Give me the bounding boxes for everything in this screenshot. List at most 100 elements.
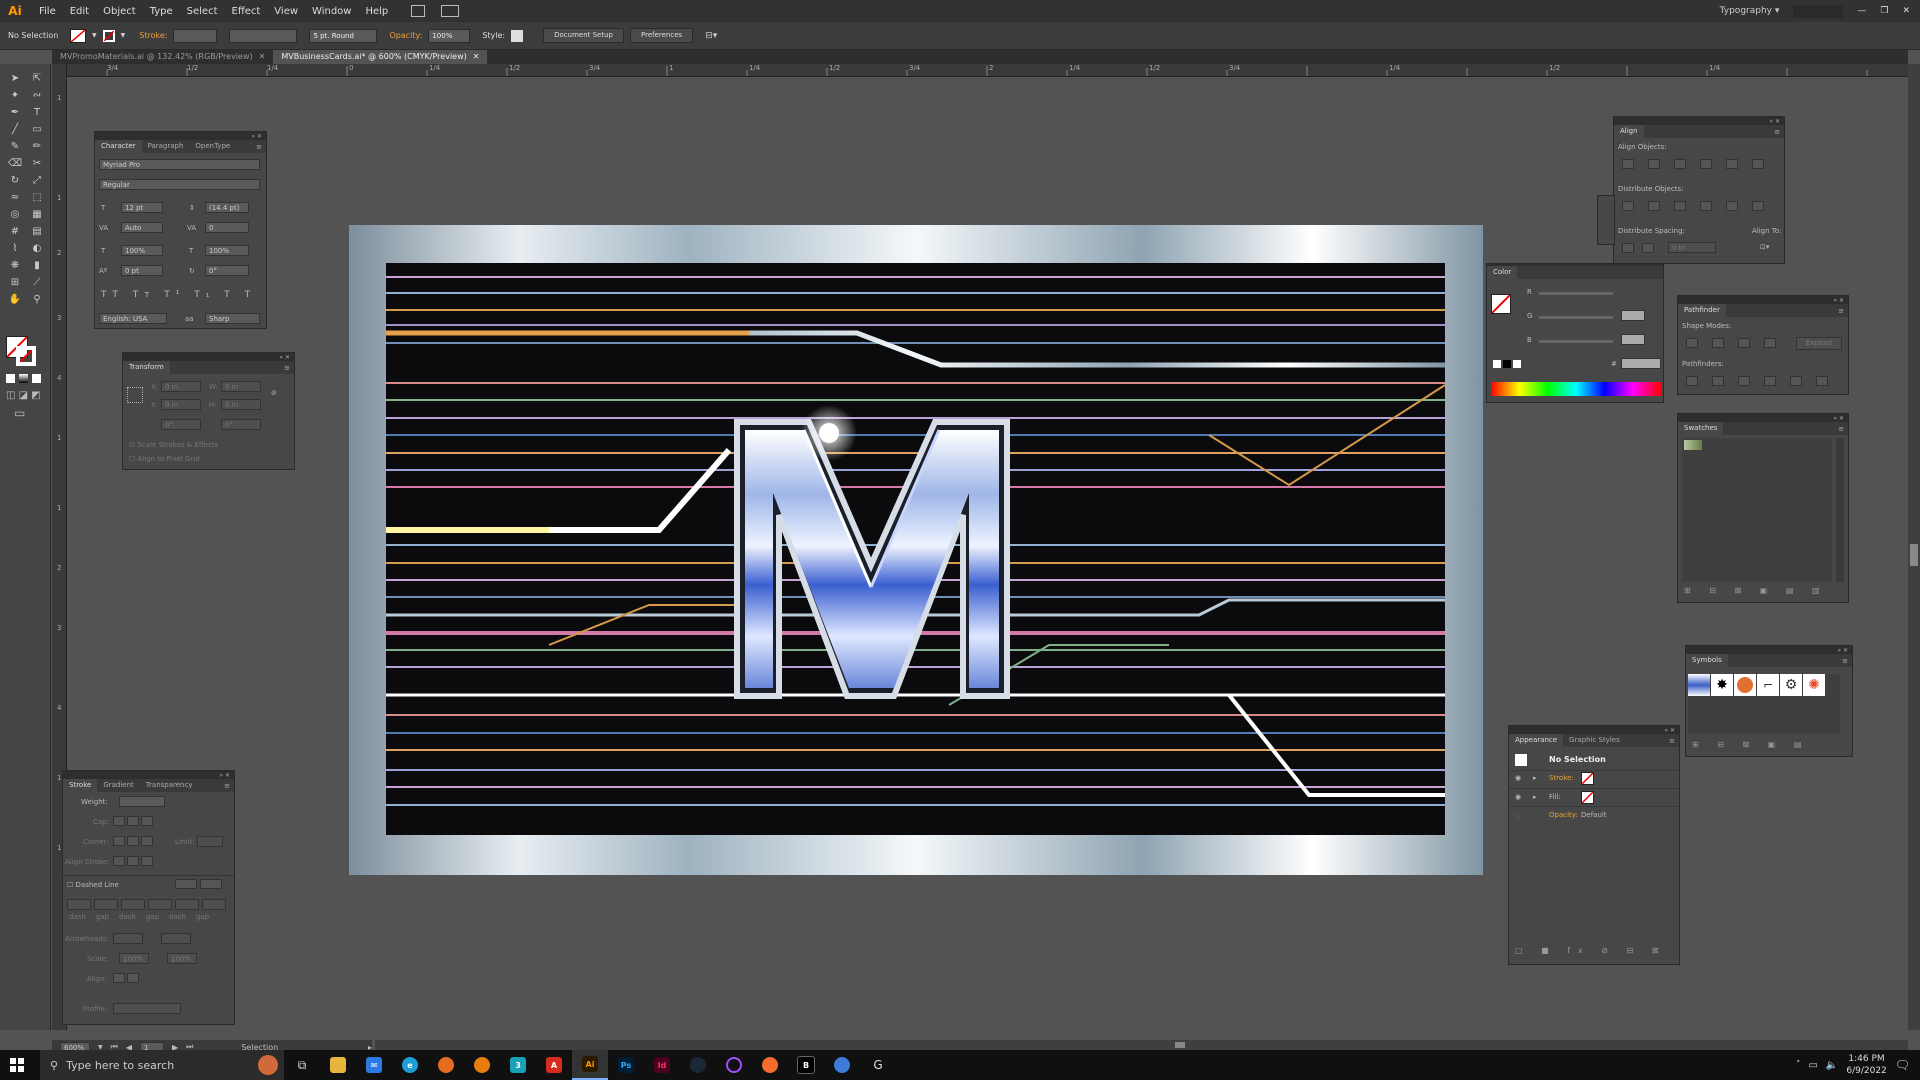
illustrator-icon[interactable]: Ai bbox=[572, 1050, 608, 1080]
blend-tool-icon[interactable]: ◐ bbox=[28, 240, 46, 256]
brush-definition[interactable]: 5 pt. Round bbox=[309, 28, 378, 43]
tab-transparency[interactable]: Transparency bbox=[140, 779, 199, 792]
tray-chevron-icon[interactable]: ˄ bbox=[1796, 1060, 1801, 1070]
symbol-item[interactable]: ⌐ bbox=[1757, 674, 1779, 696]
color-mode-buttons[interactable] bbox=[6, 374, 41, 383]
collapse-icon[interactable]: » ✕ bbox=[1837, 647, 1848, 654]
menu-window[interactable]: Window bbox=[305, 6, 358, 17]
collapse-icon[interactable]: » ✕ bbox=[1833, 415, 1844, 422]
preferences-button[interactable]: Preferences bbox=[630, 28, 694, 43]
menu-effect[interactable]: Effect bbox=[225, 6, 268, 17]
arrow-start-scale-field[interactable]: 100% bbox=[119, 953, 149, 964]
document-setup-button[interactable]: Document Setup bbox=[543, 28, 624, 43]
collapse-icon[interactable]: » ✕ bbox=[219, 772, 230, 779]
limit-field[interactable] bbox=[197, 836, 223, 847]
panel-menu-icon[interactable]: ≡ bbox=[1838, 425, 1848, 433]
symbol-footer-icons[interactable]: ⊞ ⊟ ⊠ ▣ ▤ bbox=[1692, 740, 1809, 749]
swatch-item[interactable] bbox=[1684, 440, 1702, 450]
align-vcenter-icon[interactable] bbox=[1726, 159, 1738, 169]
paintbrush-tool-icon[interactable]: ✎ bbox=[6, 138, 24, 154]
stroke-label[interactable]: Stroke: bbox=[139, 31, 167, 40]
panel-menu-icon[interactable]: ≡ bbox=[284, 364, 294, 372]
symbol-item[interactable] bbox=[1734, 674, 1756, 696]
notification-icon[interactable]: 🗨 bbox=[1895, 1058, 1910, 1072]
panel-menu-icon[interactable]: ≡ bbox=[224, 782, 234, 790]
line-tool-icon[interactable]: ╱ bbox=[6, 121, 24, 137]
align-hcenter-icon[interactable] bbox=[1648, 159, 1660, 169]
antialias-select[interactable]: Sharp bbox=[205, 313, 260, 324]
language-select[interactable]: English: USA bbox=[99, 313, 167, 324]
shape-mode-buttons[interactable] bbox=[1686, 338, 1776, 348]
scale-tool-icon[interactable]: ⤢ bbox=[28, 172, 46, 188]
none-black-white-swatches[interactable] bbox=[1493, 360, 1521, 368]
pen-tool-icon[interactable]: ✒ bbox=[6, 104, 24, 120]
lasso-tool-icon[interactable]: ∾ bbox=[28, 87, 46, 103]
bridge-icon[interactable] bbox=[411, 5, 426, 17]
y-field[interactable]: 0 in bbox=[161, 399, 201, 410]
scissors-tool-icon[interactable]: ✂ bbox=[28, 155, 46, 171]
align-bottom-icon[interactable] bbox=[1752, 159, 1764, 169]
swatch-footer-icons[interactable]: ⊞ ⊟ ⊠ ▣ ▤ ▥ bbox=[1684, 586, 1828, 595]
volume-icon[interactable]: 🔈 bbox=[1826, 1060, 1838, 1071]
pencil-tool-icon[interactable]: ✏ bbox=[28, 138, 46, 154]
rotate-tool-icon[interactable]: ↻ bbox=[6, 172, 24, 188]
symbol-item[interactable]: ⚙ bbox=[1780, 674, 1802, 696]
tracking-field[interactable]: 0 bbox=[205, 222, 249, 233]
magic-wand-tool-icon[interactable]: ✦ bbox=[6, 87, 24, 103]
collapse-icon[interactable]: » ✕ bbox=[1769, 118, 1780, 125]
taskbar-search[interactable]: ⚲ Type here to search bbox=[40, 1050, 284, 1080]
panel-menu-icon[interactable]: ≡ bbox=[1669, 737, 1679, 745]
selection-tool-icon[interactable]: ➤ bbox=[6, 70, 24, 86]
align-stroke-buttons[interactable] bbox=[113, 856, 153, 866]
opacity-field[interactable]: 100% bbox=[428, 28, 471, 43]
screen-mode-icon[interactable]: ▭ bbox=[14, 406, 25, 420]
menu-object[interactable]: Object bbox=[96, 6, 143, 17]
acrobat-icon[interactable]: A bbox=[536, 1050, 572, 1080]
app-blue-icon[interactable] bbox=[824, 1050, 860, 1080]
cap-buttons[interactable] bbox=[113, 816, 153, 826]
corner-buttons[interactable] bbox=[113, 836, 153, 846]
graph-tool-icon[interactable]: ▮ bbox=[28, 257, 46, 273]
shape-builder-tool-icon[interactable]: ◎ bbox=[6, 206, 24, 222]
symbol-item[interactable] bbox=[1688, 674, 1710, 696]
font-size-field[interactable]: 12 pt bbox=[121, 202, 163, 213]
steam-icon[interactable] bbox=[680, 1050, 716, 1080]
kerning-field[interactable]: Auto bbox=[121, 222, 163, 233]
hex-field[interactable] bbox=[1621, 358, 1661, 369]
horizontal-ruler[interactable]: 3/4 1/2 1/4 0 1/4 1/2 3/4 1 1/4 1/2 3/4 … bbox=[67, 64, 1908, 77]
collapse-icon[interactable]: » ✕ bbox=[279, 354, 290, 361]
search-help-input[interactable] bbox=[1793, 4, 1844, 18]
hand-tool-icon[interactable]: ✋ bbox=[6, 291, 24, 307]
stroke-attribute-label[interactable]: Stroke: bbox=[1549, 774, 1574, 782]
font-family-select[interactable]: Myriad Pro bbox=[99, 159, 260, 170]
w-field[interactable]: 0 in bbox=[221, 381, 261, 392]
align-pixel-grid-checkbox[interactable]: ☐ Align to Pixel Grid bbox=[129, 455, 200, 463]
color-spectrum[interactable] bbox=[1491, 382, 1661, 396]
graphic-style-swatch[interactable] bbox=[511, 29, 524, 42]
indesign-icon[interactable]: Id bbox=[644, 1050, 680, 1080]
stroke-swatch[interactable] bbox=[102, 29, 115, 42]
g-value-field[interactable] bbox=[1621, 310, 1645, 321]
rectangle-tool-icon[interactable]: ▭ bbox=[28, 121, 46, 137]
menu-select[interactable]: Select bbox=[180, 6, 225, 17]
symbol-item[interactable]: ✺ bbox=[1803, 674, 1825, 696]
g-slider[interactable] bbox=[1539, 316, 1613, 319]
menu-help[interactable]: Help bbox=[358, 6, 395, 17]
dashed-line-checkbox[interactable]: ☐ Dashed Line bbox=[67, 881, 119, 889]
arrow-end-scale-field[interactable]: 100% bbox=[167, 953, 197, 964]
baseline-shift-field[interactable]: 0 pt bbox=[121, 265, 163, 276]
tab-character[interactable]: Character bbox=[95, 140, 142, 153]
photoshop-icon[interactable]: Ps bbox=[608, 1050, 644, 1080]
expand-arrow-icon[interactable]: ▸ bbox=[1533, 774, 1537, 782]
visibility-eye-icon[interactable]: ◉ bbox=[1515, 793, 1521, 801]
b-slider[interactable] bbox=[1539, 340, 1613, 343]
file-explorer-icon[interactable] bbox=[320, 1050, 356, 1080]
slice-tool-icon[interactable]: ⟋ bbox=[28, 274, 46, 290]
app-3-icon[interactable]: 3 bbox=[500, 1050, 536, 1080]
artboard-tool-icon[interactable]: ⊞ bbox=[6, 274, 24, 290]
horizontal-scale-field[interactable]: 100% bbox=[205, 245, 249, 256]
type-tool-icon[interactable]: T bbox=[28, 104, 46, 120]
zoom-tool-icon[interactable]: ⚲ bbox=[28, 291, 46, 307]
tab-stroke[interactable]: Stroke bbox=[63, 779, 98, 792]
type-style-buttons[interactable]: TT Tт T¹ T₁ T T bbox=[101, 290, 256, 300]
